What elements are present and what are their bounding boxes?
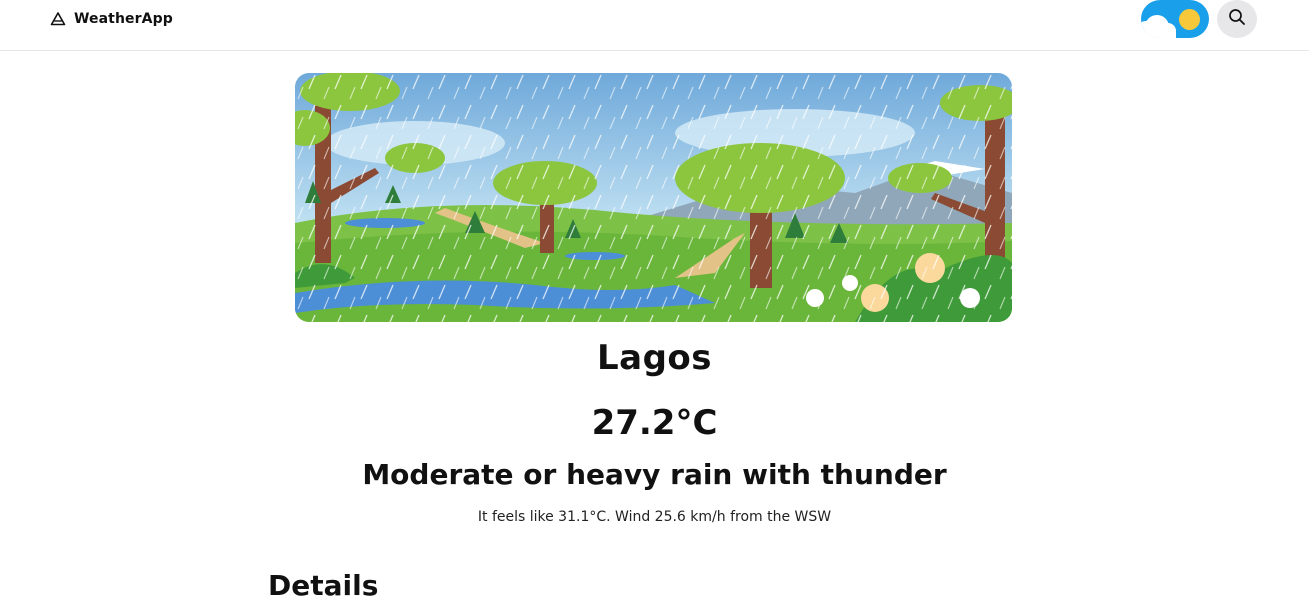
weather-summary: It feels like 31.1°C. Wind 25.6 km/h fro…: [477, 509, 832, 525]
theme-toggle-button[interactable]: [1141, 0, 1209, 38]
city-name: Lagos: [596, 338, 713, 378]
triangle-logo-icon: [50, 11, 66, 27]
search-button[interactable]: [1217, 0, 1257, 38]
weather-condition: Moderate or heavy rain with thunder: [362, 458, 947, 491]
search-icon: [1228, 8, 1246, 30]
brand-name: WeatherApp: [74, 11, 173, 27]
rainy-landscape-illustration: [295, 73, 1012, 322]
details-heading: Details: [268, 569, 379, 602]
top-navigation-bar: WeatherApp: [0, 0, 1309, 51]
current-temperature: 27.2°C: [591, 403, 718, 443]
weather-hero-image: [295, 73, 1012, 322]
sun-icon: [1179, 9, 1200, 30]
brand-link[interactable]: WeatherApp: [50, 9, 173, 29]
cloud-icon: [1141, 0, 1181, 38]
